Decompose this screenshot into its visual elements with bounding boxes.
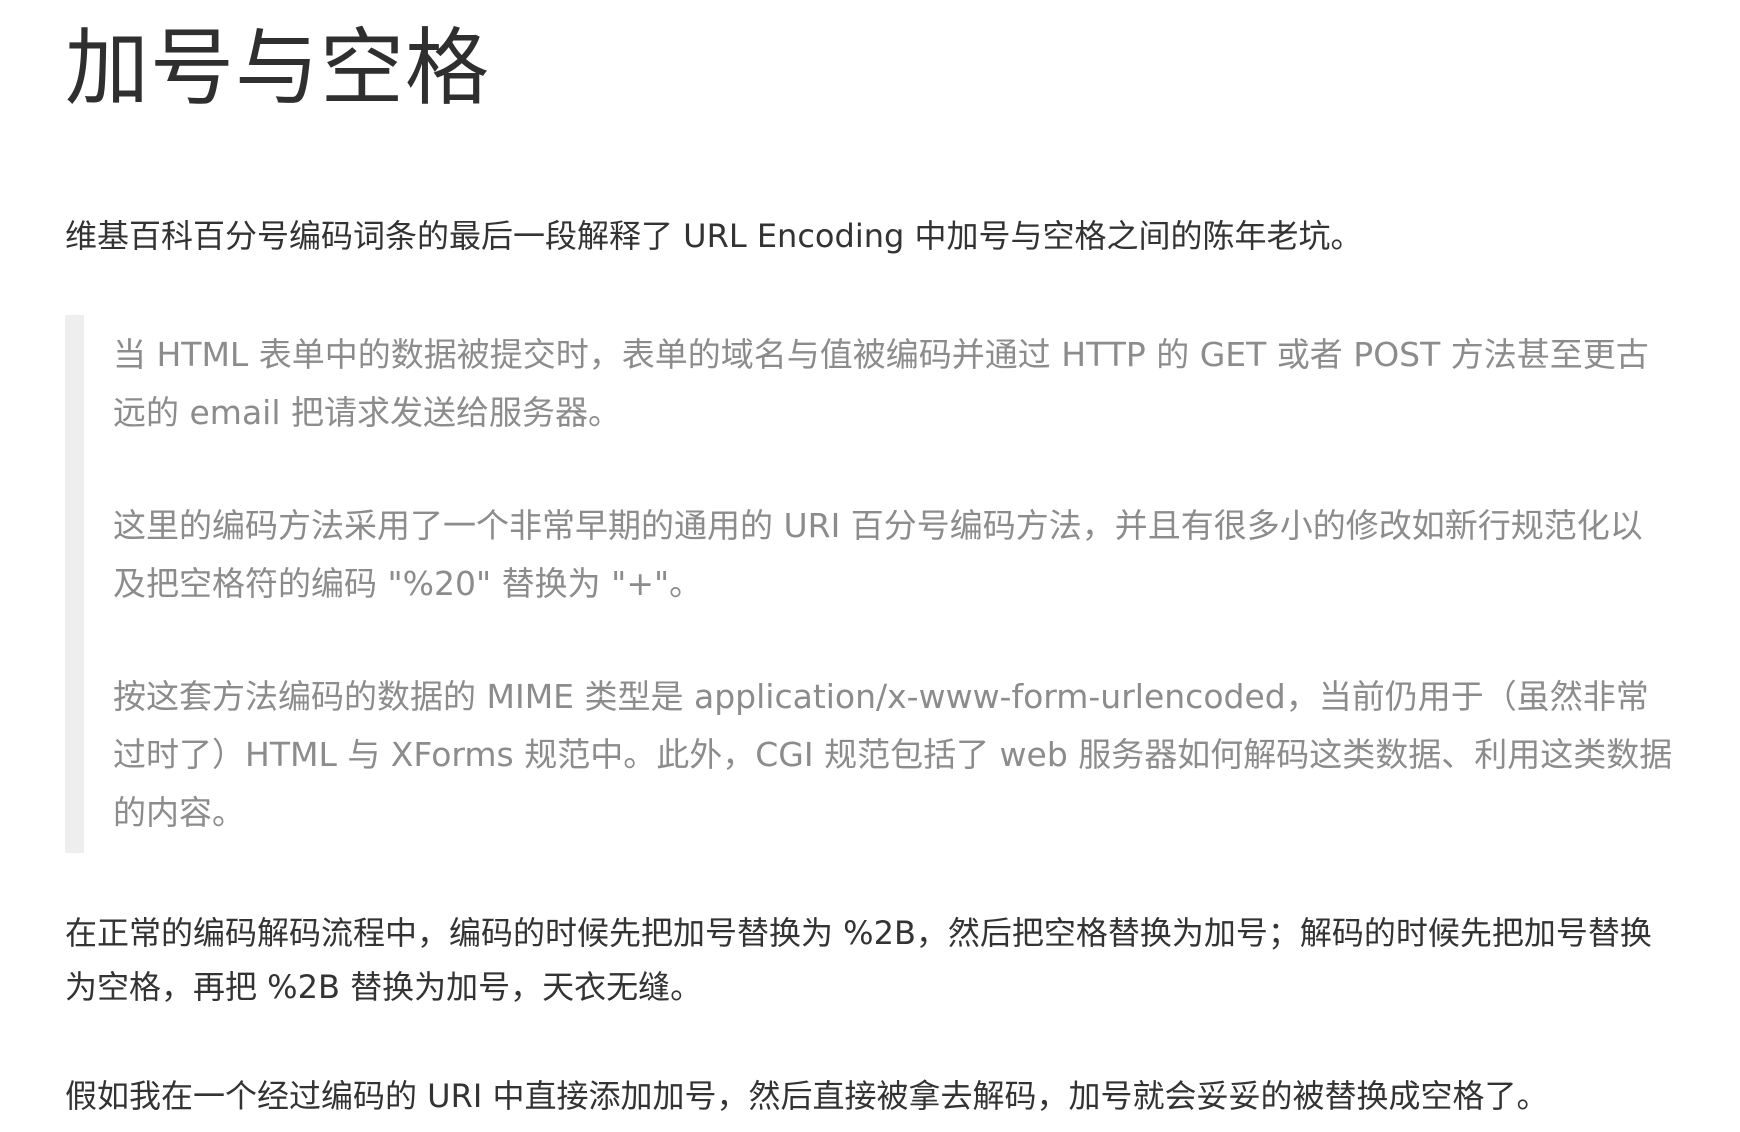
- quote-paragraph: 当 HTML 表单中的数据被提交时，表单的域名与值被编码并通过 HTTP 的 G…: [113, 335, 1649, 432]
- quote-paragraph: 这里的编码方法采用了一个非常早期的通用的 URI 百分号编码方法，并且有很多小的…: [113, 506, 1643, 603]
- intro-paragraph: 维基百科百分号编码词条的最后一段解释了 URL Encoding 中加号与空格之…: [65, 217, 1363, 255]
- encoding-flow-paragraph: 在正常的编码解码流程中，编码的时候先把加号替换为 %2B，然后把空格替换为加号；…: [65, 914, 1652, 1006]
- quote-paragraph: 按这套方法编码的数据的 MIME 类型是 application/x-www-f…: [113, 677, 1673, 832]
- page-title: 加号与空格: [65, 19, 491, 117]
- wikipedia-quote: 当 HTML 表单中的数据被提交时，表单的域名与值被编码并通过 HTTP 的 G…: [65, 315, 1675, 853]
- plus-pitfall-paragraph: 假如我在一个经过编码的 URI 中直接添加加号，然后直接被拿去解码，加号就会妥妥…: [65, 1077, 1549, 1115]
- article: 加号与空格 维基百科百分号编码词条的最后一段解释了 URL Encoding 中…: [0, 0, 1740, 1123]
